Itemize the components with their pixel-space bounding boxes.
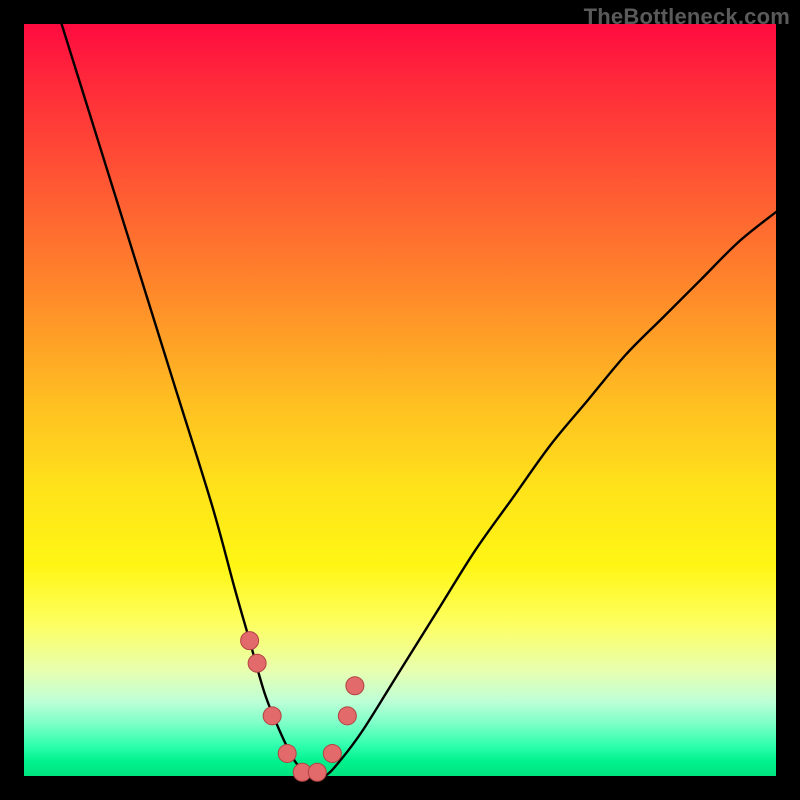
marker-group xyxy=(241,632,364,782)
marker-point xyxy=(323,744,341,762)
marker-point xyxy=(248,654,266,672)
marker-point xyxy=(346,677,364,695)
plot-area xyxy=(24,24,776,776)
watermark-text: TheBottleneck.com xyxy=(584,4,790,30)
chart-frame: TheBottleneck.com xyxy=(0,0,800,800)
marker-point xyxy=(308,763,326,781)
marker-point xyxy=(278,744,296,762)
marker-point xyxy=(263,707,281,725)
bottleneck-curve xyxy=(62,24,776,778)
curve-layer xyxy=(24,24,776,776)
marker-point xyxy=(338,707,356,725)
marker-point xyxy=(241,632,259,650)
